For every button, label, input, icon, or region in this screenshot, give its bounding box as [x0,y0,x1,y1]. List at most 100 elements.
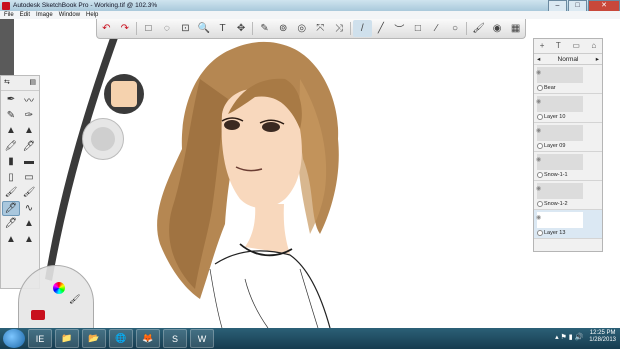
text-icon[interactable]: T [213,20,232,37]
layer-radio[interactable] [537,114,543,120]
blend-mode-label: Normal [557,55,579,63]
taskbar-app-5[interactable]: 🦊 [136,329,160,348]
brush-14[interactable]: 🖌 [20,185,38,201]
layer-row[interactable]: ◉ Layer 10 [534,94,602,123]
layer-thumbnail [537,96,583,112]
brush-11[interactable]: ▯ [2,170,20,186]
visibility-icon[interactable]: ◉ [536,214,541,221]
symmetry-x-icon[interactable]: ⤧ [311,20,330,37]
brush-17[interactable]: 🖊 [2,216,20,232]
menu-help[interactable]: Help [86,12,98,18]
blend-next-icon[interactable]: ▸ [596,55,599,63]
layer-row[interactable]: ◉ Snow-1-1 [534,152,602,181]
brush-13[interactable]: 🖌 [2,185,20,201]
layer-row[interactable]: ◉ Bear [534,65,602,94]
tray-icons[interactable]: ▴ ⚑ ▮ 🔊 [555,333,583,341]
layer-row[interactable]: ◉ Layer 09 [534,123,602,152]
brush-16[interactable]: ∿ [20,201,38,217]
layer-thumbnail [537,67,583,83]
visibility-icon[interactable]: ◉ [536,127,541,134]
layer-row[interactable]: ◉ Snow-1-2 [534,181,602,210]
brush-puck[interactable] [82,118,124,160]
drawing-canvas[interactable] [0,19,620,329]
brush-8[interactable]: 🖊 [20,139,38,155]
redo-icon[interactable]: ↷ [116,20,135,37]
toolbar-separator [350,22,352,35]
brush-7[interactable]: 🖍 [2,139,20,155]
line-icon[interactable]: ╱ [372,20,391,37]
move-icon[interactable]: ✥ [232,20,251,37]
menu-window[interactable]: Window [59,12,80,18]
layer-radio[interactable] [537,143,543,149]
curve-icon[interactable]: ︶ [390,20,409,37]
brush-2[interactable]: 〰 [20,92,38,108]
layer-row[interactable]: ◉ Layer 13 [534,210,602,239]
taskbar-app-6[interactable]: S [163,329,187,348]
blend-prev-icon[interactable]: ◂ [537,55,540,63]
text-layer-button[interactable]: T [556,41,561,51]
brush-4[interactable]: ✑ [20,108,38,124]
blend-mode-selector[interactable]: ◂ Normal ▸ [534,53,602,65]
layer-radio[interactable] [537,172,543,178]
undo-icon[interactable]: ↶ [97,20,116,37]
visibility-icon[interactable]: ◉ [536,98,541,105]
brush-19[interactable]: ▲ [2,232,20,248]
taskbar-app-1[interactable]: IE [28,329,52,348]
brush-12[interactable]: ▭ [20,170,38,186]
taskbar-app-2[interactable]: 📁 [55,329,79,348]
layer-radio[interactable] [537,230,543,236]
brush-library-icon[interactable]: ⇆ [4,78,10,88]
lagoon-undo-icon[interactable] [31,310,45,320]
brush-20[interactable]: ▲ [20,232,38,248]
crop-icon[interactable]: ⊡ [176,20,195,37]
symmetry-y-icon[interactable]: ⤨ [330,20,349,37]
palette-menu-icon[interactable]: ▤ [29,78,36,88]
brush-9[interactable]: ▮ [2,154,20,170]
visibility-icon[interactable]: ◉ [536,69,541,76]
rectangle-select-icon[interactable]: □ [139,20,158,37]
brush-15[interactable]: 🖊 [2,200,20,216]
pen-icon[interactable]: / [353,20,372,37]
clock[interactable]: 12:25 PM 1/28/2013 [589,330,616,344]
menu-image[interactable]: Image [36,12,53,18]
palette-swatches-icon[interactable]: ▦ [506,20,525,37]
french-curve-icon[interactable]: ◎ [292,20,311,37]
visibility-icon[interactable]: ◉ [536,185,541,192]
left-eye [224,120,240,130]
menu-file[interactable]: File [4,12,14,18]
shirt-lines [209,268,319,329]
ruler-icon[interactable]: ✎ [255,20,274,37]
color-puck[interactable] [104,74,144,114]
image-layer-button[interactable]: ▭ [572,41,580,51]
menu-edit[interactable]: Edit [20,12,30,18]
brush-10[interactable]: ▬ [20,154,38,170]
rect-shape-icon[interactable]: □ [409,20,428,37]
zoom-icon[interactable]: 🔍 [195,20,214,37]
add-layer-button[interactable]: + [540,41,545,51]
current-color-swatch[interactable] [111,81,137,107]
polyline-icon[interactable]: ∕ [427,20,446,37]
brush-palette-icon[interactable]: 🖌 [469,20,488,37]
brush-6[interactable]: ▲ [20,123,38,139]
layer-name: Bear [544,85,556,91]
layer-thumbnail [537,154,583,170]
brush-18[interactable]: ▲ [20,216,38,232]
brush-3[interactable]: ✎ [2,108,20,124]
layer-radio[interactable] [537,85,543,91]
start-button[interactable] [3,329,25,348]
layer-radio[interactable] [537,201,543,207]
lasso-select-icon[interactable]: ◌ [158,20,177,37]
taskbar-app-3[interactable]: 📂 [82,329,106,348]
ellipse-guide-icon[interactable]: ⊚ [274,20,293,37]
visibility-icon[interactable]: ◉ [536,156,541,163]
layer-name: Layer 09 [544,143,566,149]
color-wheel-icon[interactable] [53,282,65,294]
color-wheel-icon[interactable]: ◉ [488,20,507,37]
trash-button[interactable]: ⌂ [591,41,596,51]
taskbar-app-4[interactable]: 🌐 [109,329,133,348]
taskbar-app-7[interactable]: W [190,329,214,348]
brush-5[interactable]: ▲ [2,123,20,139]
lagoon-brush-icon[interactable]: 🖌 [69,294,80,305]
brush-1[interactable]: ✒ [2,92,20,108]
ellipse-shape-icon[interactable]: ○ [446,20,465,37]
